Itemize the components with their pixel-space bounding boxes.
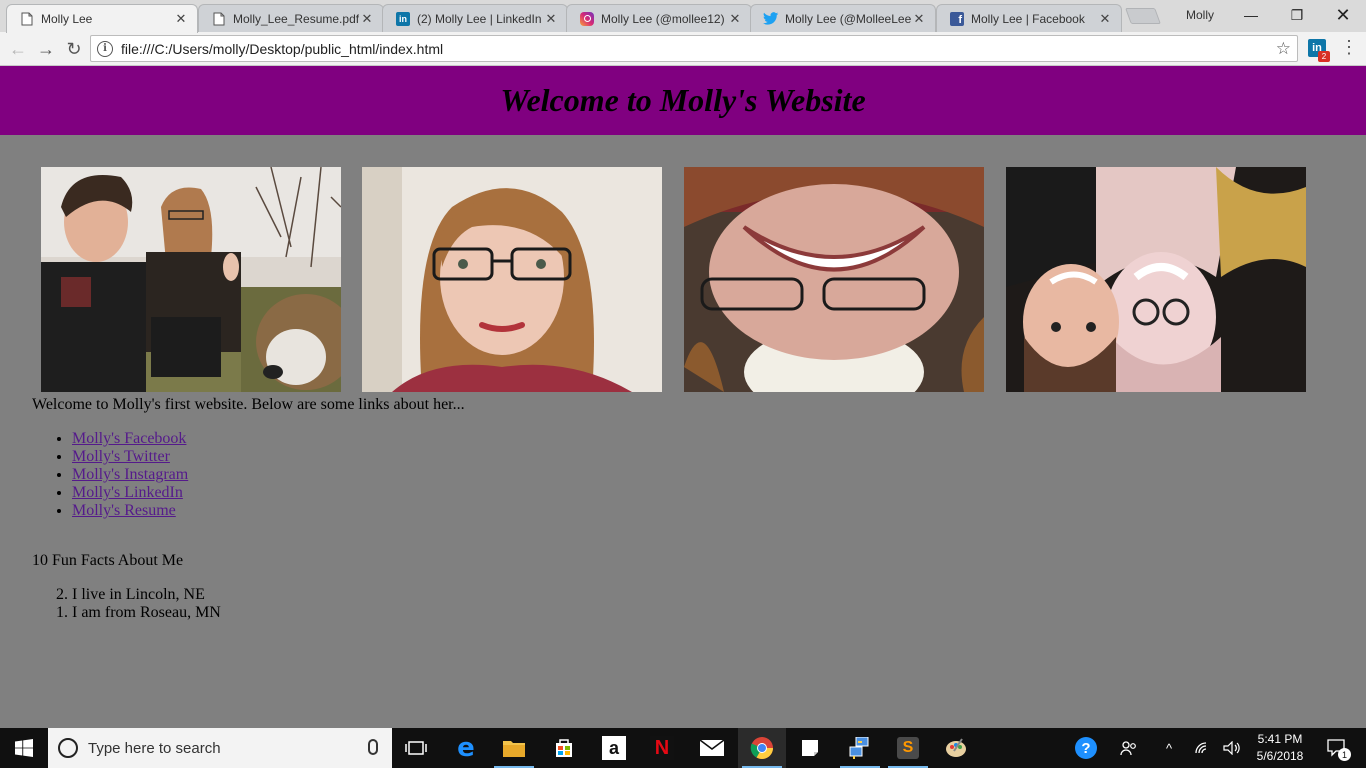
url-text[interactable]: file:///C:/Users/molly/Desktop/public_ht…: [121, 41, 443, 57]
action-center-icon[interactable]: 1: [1322, 728, 1352, 768]
windows-taskbar: Type here to search e a N S ? ^ 5:41 PM …: [0, 728, 1366, 768]
tab-label: Molly Lee: [41, 12, 93, 26]
intro-text: Welcome to Molly's first website. Below …: [32, 396, 465, 413]
tab-linkedin[interactable]: in (2) Molly Lee | LinkedIn ✕: [382, 4, 568, 32]
tab-facebook[interactable]: f Molly Lee | Facebook ✕: [936, 4, 1122, 32]
photo-portrait-selfie: [362, 167, 662, 392]
web-page: Welcome to Molly's Website Welcome to Mo…: [0, 66, 1366, 728]
linkedin-link[interactable]: Molly's LinkedIn: [72, 484, 183, 501]
facebook-icon: f: [949, 11, 965, 27]
tab-label: Molly Lee (@MolleeLee: [785, 11, 911, 26]
instagram-link[interactable]: Molly's Instagram: [72, 466, 188, 483]
help-icon[interactable]: ?: [1072, 728, 1100, 768]
netflix-icon[interactable]: N: [638, 728, 686, 768]
photo-group-selfie: [41, 167, 341, 392]
microphone-icon[interactable]: [368, 739, 378, 755]
fact-number: 1.: [56, 604, 68, 621]
twitter-icon: [763, 11, 779, 27]
close-icon[interactable]: ✕: [543, 11, 559, 27]
tab-molly-lee[interactable]: Molly Lee ✕: [6, 4, 198, 33]
sticky-notes-icon[interactable]: [786, 728, 834, 768]
tab-label: (2) Molly Lee | LinkedIn: [417, 11, 542, 26]
mail-icon[interactable]: [688, 728, 736, 768]
address-bar[interactable]: i file:///C:/Users/molly/Desktop/public_…: [90, 35, 1298, 62]
instagram-icon: [579, 11, 595, 27]
list-item: Molly's Resume: [72, 502, 188, 520]
tab-instagram[interactable]: Molly Lee (@mollee12) ✕: [566, 4, 752, 32]
clock-date: 5/6/2018: [1256, 749, 1304, 763]
people-icon[interactable]: [1116, 728, 1142, 768]
forward-arrow-icon[interactable]: →: [34, 37, 58, 61]
list-item: Molly's LinkedIn: [72, 484, 188, 502]
reload-icon[interactable]: ↻: [62, 37, 86, 61]
task-view-icon[interactable]: [392, 728, 440, 768]
photo-upside-down-selfie: [684, 167, 984, 392]
new-tab-button[interactable]: [1125, 8, 1161, 24]
page-icon: [211, 11, 227, 27]
tab-label: Molly_Lee_Resume.pdf: [233, 11, 359, 26]
chrome-icon[interactable]: [738, 728, 786, 768]
list-item: Molly's Instagram: [72, 466, 188, 484]
edge-browser-icon[interactable]: e: [442, 728, 490, 768]
close-icon[interactable]: ✕: [1097, 11, 1113, 27]
extension-badge: 2: [1318, 51, 1330, 62]
minimize-icon[interactable]: —: [1228, 0, 1274, 30]
cortana-icon: [58, 738, 78, 758]
restore-icon[interactable]: ❐: [1274, 0, 1320, 30]
facebook-link[interactable]: Molly's Facebook: [72, 430, 186, 447]
links-list: Molly's Facebook Molly's Twitter Molly's…: [72, 430, 188, 520]
tab-label: Molly Lee | Facebook: [971, 11, 1085, 26]
amazon-icon[interactable]: a: [590, 728, 638, 768]
menu-dots-icon[interactable]: ⋮: [1340, 37, 1358, 58]
wifi-icon[interactable]: [1190, 728, 1214, 768]
fact-item: 1. I am from Roseau, MN: [56, 604, 221, 622]
paint-icon[interactable]: [932, 728, 980, 768]
fact-number: 2.: [56, 586, 68, 603]
tab-twitter[interactable]: Molly Lee (@MolleeLee ✕: [750, 4, 936, 32]
photo-upside-down-couple: [1006, 167, 1306, 392]
bookmark-star-icon[interactable]: ☆: [1276, 39, 1291, 59]
fact-text: I live in Lincoln, NE: [72, 586, 205, 603]
close-icon[interactable]: ✕: [727, 11, 743, 27]
info-icon[interactable]: i: [97, 40, 113, 57]
list-item: Molly's Facebook: [72, 430, 188, 448]
window-close-icon[interactable]: ✕: [1320, 0, 1366, 30]
linkedin-icon: in: [395, 11, 411, 27]
fact-text: I am from Roseau, MN: [72, 604, 221, 621]
resume-link[interactable]: Molly's Resume: [72, 502, 176, 519]
fun-facts-title: 10 Fun Facts About Me: [32, 552, 184, 569]
page-title: Welcome to Molly's Website: [500, 82, 866, 118]
network-computer-icon[interactable]: [836, 728, 884, 768]
notification-badge: 1: [1338, 748, 1351, 761]
close-icon[interactable]: ✕: [911, 11, 927, 27]
profile-name[interactable]: Molly: [1186, 8, 1214, 22]
tab-strip: Molly Lee ✕ Molly_Lee_Resume.pdf ✕ in (2…: [0, 0, 1366, 33]
list-item: Molly's Twitter: [72, 448, 188, 466]
page-icon: [19, 11, 35, 27]
close-icon[interactable]: ✕: [359, 11, 375, 27]
page-header: Welcome to Molly's Website: [0, 66, 1366, 135]
sublime-text-icon[interactable]: S: [884, 728, 932, 768]
clock-time: 5:41 PM: [1257, 732, 1303, 746]
taskbar-search-input[interactable]: Type here to search: [48, 728, 392, 768]
twitter-link[interactable]: Molly's Twitter: [72, 448, 170, 465]
search-placeholder: Type here to search: [88, 739, 221, 757]
back-arrow-icon[interactable]: ←: [6, 37, 30, 61]
taskbar-clock[interactable]: 5:41 PM 5/6/2018: [1246, 731, 1314, 765]
tab-resume-pdf[interactable]: Molly_Lee_Resume.pdf ✕: [198, 4, 384, 32]
fact-item: 2. I live in Lincoln, NE: [56, 586, 205, 604]
file-explorer-icon[interactable]: [490, 728, 538, 768]
tab-label: Molly Lee (@mollee12): [601, 11, 725, 26]
volume-icon[interactable]: [1220, 728, 1244, 768]
chevron-up-icon[interactable]: ^: [1158, 728, 1180, 768]
store-icon[interactable]: [540, 728, 588, 768]
windows-start-icon[interactable]: [0, 728, 48, 768]
close-icon[interactable]: ✕: [173, 11, 189, 27]
browser-toolbar: ← → ↻ i file:///C:/Users/molly/Desktop/p…: [0, 32, 1366, 66]
